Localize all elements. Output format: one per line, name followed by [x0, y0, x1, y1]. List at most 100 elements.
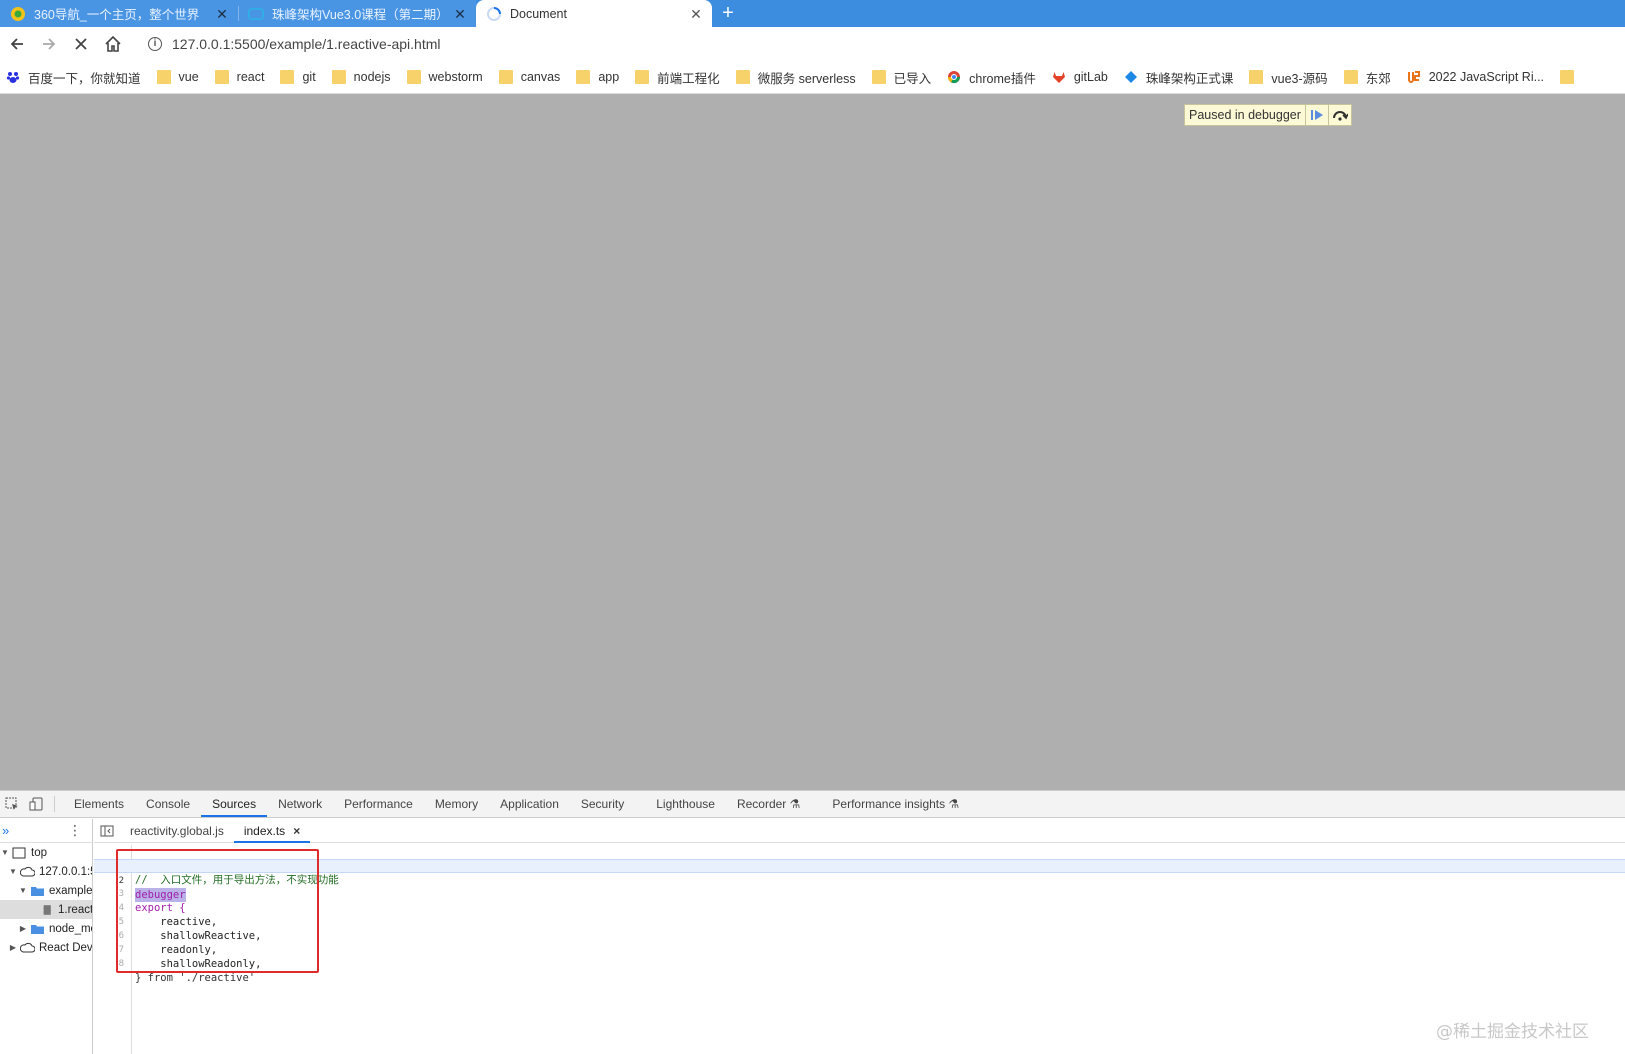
address-bar[interactable]: i 127.0.0.1:5500/example/1.reactive-api.…: [138, 30, 1625, 58]
bookmark-zhufeng[interactable]: 珠峰架构正式课: [1124, 68, 1233, 87]
tab-console[interactable]: Console: [135, 791, 201, 817]
code-line: 1 // 入口文件，用于导出方法，不实现功能: [119, 861, 339, 886]
code-line-current: 2 debugger: [94, 859, 1625, 902]
navigator-header: » ⋮: [0, 819, 92, 843]
tab-lighthouse[interactable]: Lighthouse: [645, 791, 726, 817]
devtools-tab-bar: Elements Console Sources Network Perform…: [0, 791, 1625, 818]
resume-icon[interactable]: [1304, 105, 1328, 125]
browser-tab-document[interactable]: Document ✕: [476, 0, 712, 27]
folder-icon: [156, 70, 171, 84]
tab-performance-insights[interactable]: Performance insights ⚗: [821, 791, 970, 817]
folder-icon: [406, 70, 421, 84]
360-icon: [10, 6, 26, 22]
code-view[interactable]: 1 // 入口文件，用于导出方法，不实现功能 2 debugger 3 expo…: [94, 845, 1625, 1054]
browser-tab-360[interactable]: 360导航_一个主页，整个世界 ✕: [0, 0, 238, 27]
bookmark-chrome-plugin[interactable]: chrome插件: [947, 68, 1036, 87]
tree-item-file[interactable]: 1.reactive-api.html: [0, 900, 92, 919]
expand-triangle-icon: ▼: [19, 886, 27, 895]
file-icon: [43, 904, 51, 915]
stop-button[interactable]: [66, 29, 96, 59]
bookmark-frontend-eng[interactable]: 前端工程化: [635, 68, 720, 87]
flask-icon: ⚗: [789, 797, 801, 811]
frame-icon: [12, 847, 26, 858]
bookmark-app[interactable]: app: [576, 70, 619, 84]
tab-network[interactable]: Network: [267, 791, 333, 817]
tab-application[interactable]: Application: [489, 791, 570, 817]
bookmark-dongjiao[interactable]: 东郊: [1343, 68, 1391, 87]
editor-tab-reactivity[interactable]: reactivity.global.js: [120, 819, 234, 843]
tab-title: Document: [510, 6, 567, 21]
step-over-icon[interactable]: [1327, 105, 1351, 125]
home-button[interactable]: [98, 29, 128, 59]
code-line: 7 shallowReadonly,: [118, 945, 262, 970]
browser-tab-course[interactable]: 珠峰架构Vue3.0课程（第二期） ✕: [238, 0, 476, 27]
expand-triangle-icon: ▼: [9, 867, 17, 876]
arrow-left-icon: [10, 38, 23, 50]
bookmark-react[interactable]: react: [214, 70, 264, 84]
folder-icon: [214, 70, 229, 84]
gitlab-icon: [1052, 72, 1065, 83]
kebab-menu-icon[interactable]: ⋮: [68, 822, 82, 839]
tree-item-example[interactable]: ▼ example: [0, 881, 92, 900]
tab-recorder[interactable]: Recorder ⚗: [726, 791, 811, 817]
tab-title: 360导航_一个主页，整个世界: [34, 8, 200, 22]
bookmark-baidu[interactable]: 百度一下，你就知道: [6, 68, 141, 87]
tab-memory[interactable]: Memory: [424, 791, 489, 817]
sources-navigator: » ⋮ ▼ top ▼ 127.0.0.1:5500 ▼ example 1.r…: [0, 819, 93, 1054]
forward-button[interactable]: [34, 29, 64, 59]
folder-icon: [576, 70, 591, 84]
tree-item-react-devtools[interactable]: ▶ React Developer Tools: [0, 938, 92, 957]
inspect-element-icon[interactable]: [0, 791, 24, 817]
bookmarks-bar: 百度一下，你就知道 vue react git nodejs webstorm …: [0, 61, 1625, 94]
close-icon[interactable]: ×: [293, 824, 300, 838]
folder-icon: [1560, 70, 1575, 84]
editor-tab-index[interactable]: index.ts ×: [233, 819, 311, 843]
annotation-highlight-box: [116, 849, 319, 973]
bookmark-more[interactable]: [1560, 70, 1582, 84]
tree-item-node-modules[interactable]: ▶ node_modules: [0, 919, 92, 938]
chrome-icon: [948, 71, 961, 84]
watermark: @稀土掘金技术社区: [1436, 1022, 1589, 1042]
folder-icon: [1249, 70, 1264, 84]
bookmark-imported[interactable]: 已导入: [871, 68, 931, 87]
flask-icon: ⚗: [948, 797, 960, 811]
bookmark-webstorm[interactable]: webstorm: [406, 70, 483, 84]
device-toolbar-icon[interactable]: [24, 791, 48, 817]
loading-spinner-icon: [486, 6, 502, 22]
folder-icon: [498, 70, 513, 84]
bookmark-nodejs[interactable]: nodejs: [331, 70, 391, 84]
tree-item-top[interactable]: ▼ top: [0, 843, 92, 862]
tab-performance[interactable]: Performance: [333, 791, 424, 817]
arrow-right-icon: [43, 38, 56, 50]
page-viewport: Paused in debugger: [0, 94, 1625, 790]
bookmark-serverless[interactable]: 微服务 serverless: [735, 68, 856, 87]
paused-in-debugger-overlay: Paused in debugger: [1184, 104, 1352, 126]
bookmark-js-rising[interactable]: 2022 JavaScript Ri...: [1406, 70, 1544, 84]
tab-elements[interactable]: Elements: [63, 791, 135, 817]
back-button[interactable]: [2, 29, 32, 59]
close-icon[interactable]: ✕: [214, 6, 230, 22]
tab-strip: 360导航_一个主页，整个世界 ✕ 珠峰架构Vue3.0课程（第二期） ✕ Do…: [0, 0, 1625, 27]
tab-security[interactable]: Security: [570, 791, 635, 817]
editor-tab-bar: reactivity.global.js index.ts ×: [94, 819, 1625, 843]
source-editor: reactivity.global.js index.ts× 1 // 入口文件…: [94, 819, 1625, 1054]
new-tab-button[interactable]: +: [712, 0, 744, 27]
tree-item-host[interactable]: ▼ 127.0.0.1:5500: [0, 862, 92, 881]
bookmark-gitlab[interactable]: gitLab: [1052, 70, 1108, 84]
baidu-icon: [6, 72, 20, 83]
tab-title: 珠峰架构Vue3.0课程（第二期）: [272, 8, 449, 22]
bookmark-vue3-source[interactable]: vue3-源码: [1249, 68, 1328, 87]
close-icon[interactable]: ✕: [452, 6, 468, 22]
code-line: 5 shallowReactive,: [118, 917, 262, 942]
tab-sources[interactable]: Sources: [201, 791, 268, 817]
more-tabs-icon[interactable]: »: [2, 823, 9, 838]
bookmark-git[interactable]: git: [280, 70, 316, 84]
folder-blue-icon: [31, 924, 44, 934]
close-icon[interactable]: ✕: [688, 6, 704, 22]
bookmark-vue[interactable]: vue: [156, 70, 199, 84]
code-line: 8 } from './reactive': [118, 959, 256, 984]
info-icon[interactable]: i: [148, 37, 162, 51]
toggle-navigator-icon[interactable]: [94, 818, 120, 844]
video-icon: [248, 6, 264, 22]
bookmark-canvas[interactable]: canvas: [498, 70, 560, 84]
